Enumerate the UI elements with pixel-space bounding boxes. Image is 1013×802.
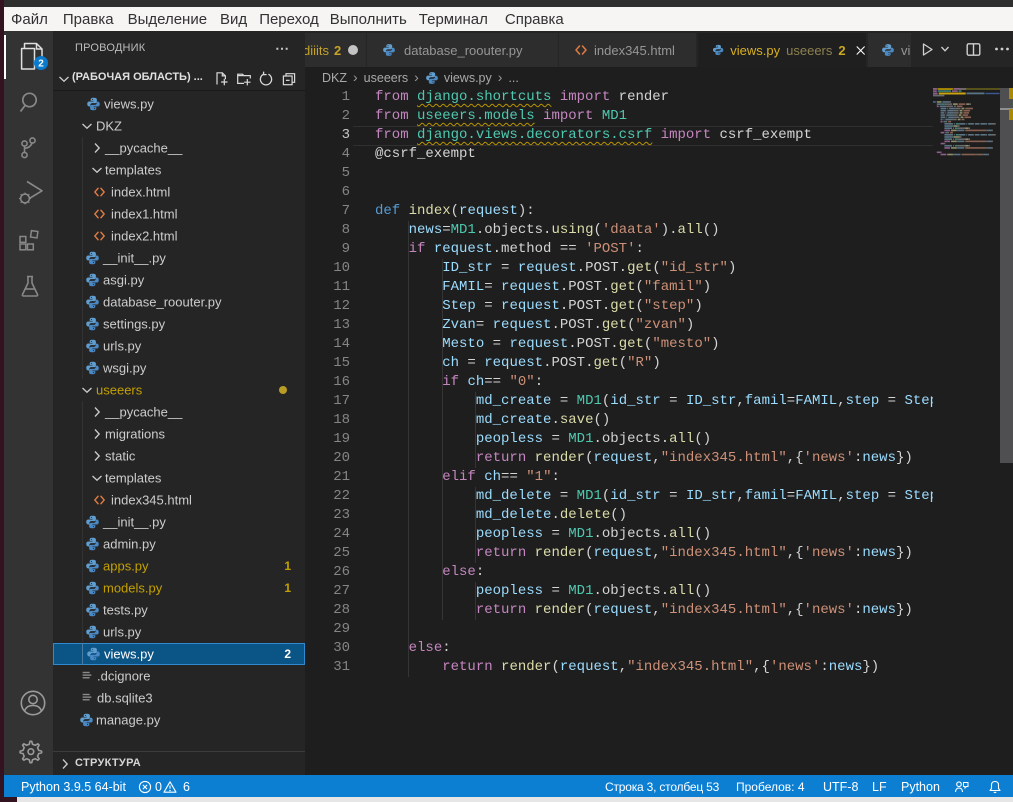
svg-text:2: 2 — [38, 59, 44, 70]
